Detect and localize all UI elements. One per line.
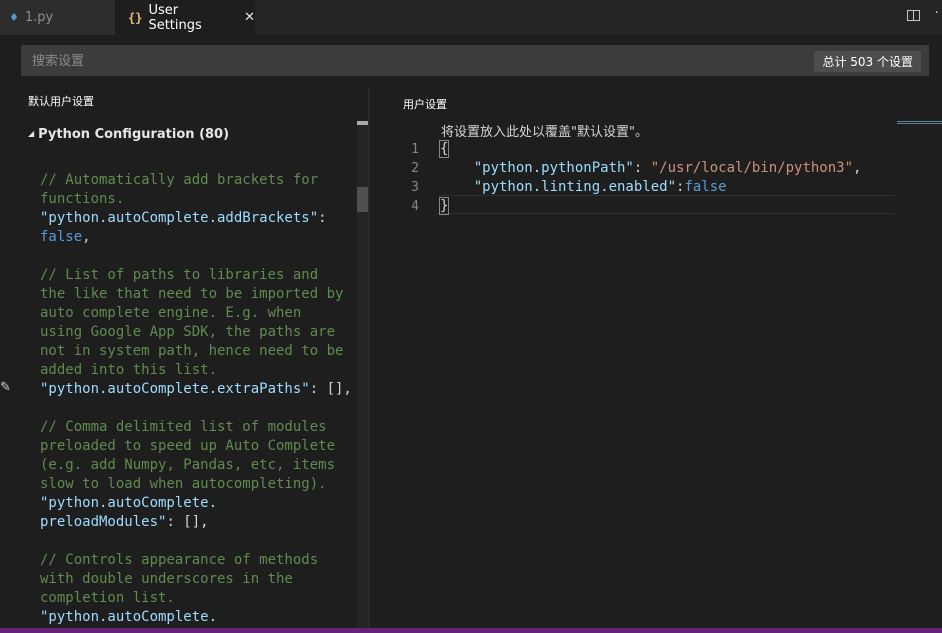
- setting-comment: // Automatically add brackets for functi…: [40, 172, 319, 207]
- default-settings-pane[interactable]: ◢ Python Configuration (80) // Automatica…: [0, 121, 357, 633]
- code-line: }: [438, 197, 450, 216]
- scroll-thumb[interactable]: [357, 187, 368, 212]
- tab-bar: ♦ 1.py {} User Settings ✕ ·: [0, 0, 942, 35]
- settings-search-bar: 总计 503 个设置: [21, 45, 929, 78]
- settings-count-badge: 总计 503 个设置: [814, 51, 921, 72]
- punctuation: {: [438, 140, 450, 158]
- scrollbar-top-indicator: [357, 121, 368, 125]
- tab-1-py[interactable]: ♦ 1.py: [0, 0, 115, 35]
- left-scrollbar[interactable]: [357, 121, 368, 633]
- code-line: "python.pythonPath": "/usr/local/bin/pyt…: [440, 159, 862, 178]
- default-settings-title: 默认用户设置: [28, 95, 94, 108]
- current-line-highlight: [438, 195, 894, 214]
- punctuation: [440, 160, 474, 176]
- minimap[interactable]: [897, 121, 942, 126]
- pane-divider[interactable]: [368, 88, 370, 633]
- close-icon[interactable]: ✕: [244, 10, 255, 25]
- setting-key: "python.autoComplete.: [40, 609, 218, 625]
- code-line: "python.linting.enabled":false: [440, 178, 727, 197]
- punctuation: : [],: [166, 514, 209, 530]
- setting-value: false: [40, 229, 83, 245]
- punctuation: ,: [82, 229, 91, 245]
- tab-label: 1.py: [24, 10, 54, 25]
- setting-key: "python.autoComplete.addBrackets": [40, 210, 319, 226]
- punctuation: :: [318, 210, 327, 226]
- status-bar: [0, 628, 942, 633]
- setting-value: "/usr/local/bin/python3": [650, 160, 854, 176]
- punctuation: ,: [853, 160, 862, 176]
- punctuation: : [],: [309, 381, 352, 397]
- section-title: Python Configuration (80): [38, 127, 230, 142]
- setting-key: "python.linting.enabled": [473, 179, 677, 195]
- punctuation: [440, 179, 474, 195]
- punctuation: :: [633, 160, 651, 176]
- line-number: 2: [411, 161, 419, 176]
- more-actions-icon[interactable]: ·: [935, 5, 940, 21]
- setting-key: "python.autoComplete.extraPaths": [40, 381, 310, 397]
- setting-value: false: [684, 179, 727, 195]
- section-header-python[interactable]: ◢ Python Configuration (80): [28, 127, 229, 142]
- tab-label: User Settings: [148, 2, 202, 33]
- json-braces-icon: {}: [128, 10, 143, 25]
- line-number: 1: [411, 142, 419, 157]
- setting-comment: // List of paths to libraries and the li…: [40, 267, 344, 378]
- split-editor-icon[interactable]: [907, 10, 920, 21]
- tab-user-settings[interactable]: {} User Settings ✕: [115, 0, 255, 35]
- user-settings-title: 用户设置: [403, 98, 447, 111]
- setting-key: "python.pythonPath": [473, 160, 634, 176]
- line-number: 4: [411, 199, 419, 214]
- punctuation: }: [438, 197, 450, 215]
- default-settings-code: // Automatically add brackets for functi…: [40, 171, 352, 627]
- search-input[interactable]: [21, 45, 794, 78]
- setting-comment: // Controls appearance of methods with d…: [40, 552, 319, 606]
- edit-pencil-icon[interactable]: ✎: [0, 380, 11, 395]
- code-line: {: [438, 140, 450, 159]
- collapse-triangle-icon[interactable]: ◢: [28, 129, 34, 138]
- setting-comment: // Comma delimited list of modules prelo…: [40, 419, 336, 492]
- python-file-icon: ♦: [9, 11, 19, 24]
- line-number: 3: [411, 180, 419, 195]
- override-hint: 将设置放入此处以覆盖"默认设置"。: [441, 125, 648, 140]
